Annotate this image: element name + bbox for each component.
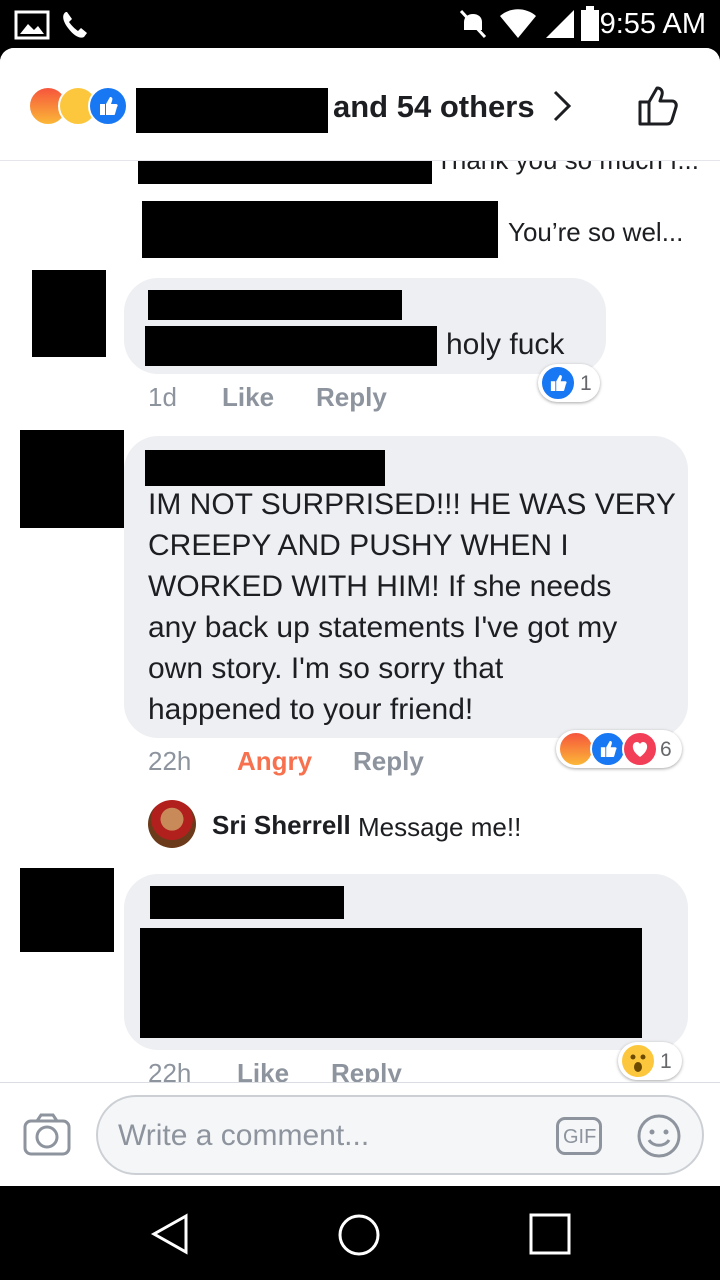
redacted-name: [150, 886, 344, 919]
battery-icon: [581, 6, 599, 41]
reply-button[interactable]: Reply: [316, 382, 387, 413]
comment-text-line: own story. I'm so sorry that: [148, 652, 504, 685]
reply-text: You’re so wel...: [508, 217, 684, 247]
gif-icon[interactable]: GIF: [556, 1117, 602, 1155]
comment-time: 1d: [148, 382, 177, 412]
like-button[interactable]: Like: [222, 382, 274, 413]
reaction-summary[interactable]: 1: [618, 1042, 682, 1080]
reaction-count: 6: [660, 738, 672, 761]
home-icon[interactable]: [336, 1212, 382, 1258]
avatar[interactable]: [20, 868, 114, 952]
back-icon[interactable]: [148, 1212, 192, 1256]
camera-icon[interactable]: [22, 1113, 72, 1157]
comment-composer: Write a comment... GIF: [0, 1082, 720, 1187]
chevron-right-icon[interactable]: [548, 88, 576, 124]
avatar[interactable]: [148, 800, 196, 848]
gif-label: GIF: [563, 1126, 597, 1148]
avatar[interactable]: [32, 270, 106, 357]
heart-icon: [622, 731, 658, 767]
comment-text-line: any back up statements I've got my: [148, 611, 618, 644]
comment-text-line: IM NOT SURPRISED!!! HE WAS VERY: [148, 488, 676, 521]
avatar[interactable]: [20, 430, 124, 528]
signal-icon: [546, 10, 574, 38]
reaction-count: 1: [660, 1050, 672, 1073]
reaction-count: 1: [580, 372, 592, 395]
reaction-summary[interactable]: 6: [556, 730, 682, 768]
recents-icon[interactable]: [528, 1212, 572, 1256]
comment-placeholder: Write a comment...: [118, 1119, 370, 1152]
redacted-name: [136, 88, 328, 133]
like-icon: [590, 731, 626, 767]
phone-icon: [63, 12, 87, 38]
reply-text: Message me!!: [358, 812, 522, 842]
reactions-header[interactable]: and 54 others: [0, 48, 720, 161]
others-count: and 54 others: [333, 89, 535, 124]
navigation-bar: [0, 1186, 720, 1280]
comment-time: 22h: [148, 746, 192, 776]
comment-text: holy fuck: [446, 328, 565, 361]
wifi-icon: [500, 9, 536, 38]
comment-text-line: WORKED WITH HIM! If she needs: [148, 570, 612, 603]
thumbs-up-icon[interactable]: [636, 82, 682, 128]
clock: 9:55 AM: [599, 8, 706, 40]
reply-author[interactable]: Sri Sherrell: [212, 810, 351, 841]
redacted-name: [145, 450, 385, 486]
status-bar: 9:55 AM: [0, 0, 720, 48]
like-icon: [540, 365, 576, 401]
mute-icon: [459, 9, 487, 39]
emoji-icon[interactable]: [636, 1113, 682, 1159]
gallery-icon: [14, 10, 50, 40]
comment-text-line: CREEPY AND PUSHY WHEN I: [148, 529, 569, 562]
comment-text-line: happened to your friend!: [148, 693, 474, 726]
redacted-name: [142, 201, 498, 258]
reply-button[interactable]: Reply: [353, 746, 424, 777]
comment-input[interactable]: Write a comment... GIF: [96, 1095, 704, 1175]
redacted-text: [140, 928, 642, 1038]
angry-icon: [558, 731, 594, 767]
redacted-name: [148, 290, 402, 320]
redacted-text: [145, 326, 437, 366]
wow-icon: [620, 1043, 656, 1079]
angry-button[interactable]: Angry: [237, 746, 312, 777]
like-icon: [88, 86, 128, 126]
reaction-summary[interactable]: 1: [538, 364, 600, 402]
